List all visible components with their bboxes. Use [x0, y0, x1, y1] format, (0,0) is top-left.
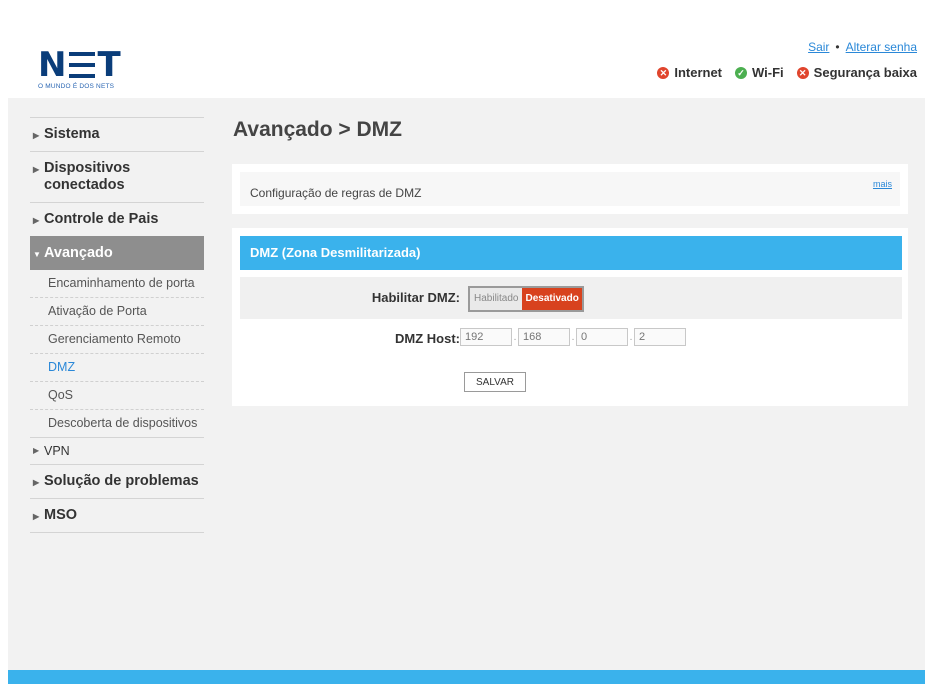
sidebar-item-mso[interactable]: ▶ MSO: [30, 498, 204, 532]
sidebar-subitem-ativacao[interactable]: Ativação de Porta: [30, 298, 204, 326]
dmz-enable-toggle[interactable]: Habilitado Desativado: [468, 286, 584, 312]
chevron-right-icon: ▶: [33, 165, 40, 174]
chevron-down-icon: ▼: [33, 250, 41, 259]
page-title: Avançado > DMZ: [233, 118, 403, 141]
check-icon: ✓: [735, 66, 748, 79]
sidebar-item-sistema[interactable]: ▶ Sistema: [30, 117, 204, 151]
save-button[interactable]: SALVAR: [464, 372, 526, 392]
chevron-right-icon: ▶: [33, 478, 40, 487]
sidebar-item-avancado[interactable]: ▼ Avançado: [30, 236, 204, 270]
status-wifi[interactable]: Wi-Fi: [752, 65, 784, 80]
dmz-host-label: DMZ Host:: [395, 331, 460, 346]
change-password-link[interactable]: Alterar senha: [846, 40, 917, 54]
chevron-right-icon: ▶: [33, 512, 40, 521]
sidebar-item-dispositivos[interactable]: ▶ Dispositivos conectados: [30, 151, 204, 202]
sidebar-subitem-gerenciamento[interactable]: Gerenciamento Remoto: [30, 326, 204, 354]
sidebar-item-vpn[interactable]: ▶ VPN: [30, 437, 204, 464]
sidebar-subitem-encaminhamento[interactable]: Encaminhamento de porta: [30, 270, 204, 298]
link-separator: •: [835, 40, 840, 54]
logout-link[interactable]: Sair: [808, 40, 829, 54]
sidebar-divider: [30, 532, 204, 533]
description-text: Configuração de regras de DMZ: [250, 186, 422, 200]
net-logo[interactable]: NT O MUNDO É DOS NETS: [38, 48, 148, 94]
dmz-settings-card: DMZ (Zona Desmilitarizada) Habilitar DMZ…: [232, 228, 908, 406]
sidebar-item-label: MSO: [44, 507, 78, 523]
sidebar-nav: ▶ Sistema ▶ Dispositivos conectados ▶ Contr…: [30, 117, 204, 533]
ip-octet-2-input[interactable]: [518, 328, 570, 346]
section-header: DMZ (Zona Desmilitarizada): [240, 236, 902, 270]
sidebar-item-controle-de-pais[interactable]: ▶ Controle de Pais: [30, 202, 204, 236]
chevron-right-icon: ▶: [33, 446, 40, 455]
error-icon: ✕: [657, 66, 670, 79]
ip-octet-3-input[interactable]: [576, 328, 628, 346]
footer-bar: [8, 670, 925, 684]
ip-octet-4-input[interactable]: [634, 328, 686, 346]
enable-dmz-row: Habilitar DMZ: Habilitado Desativado: [240, 277, 902, 319]
sidebar-item-label: Sistema: [44, 126, 100, 142]
sidebar-item-label: Controle de Pais: [44, 211, 159, 227]
description-card: Configuração de regras de DMZ mais: [232, 164, 908, 214]
description-inner: Configuração de regras de DMZ mais: [240, 172, 900, 206]
status-internet[interactable]: Internet: [674, 65, 722, 80]
sidebar-item-label: VPN: [44, 444, 70, 458]
more-link[interactable]: mais: [873, 179, 892, 189]
account-links: Sair • Alterar senha: [808, 40, 917, 54]
sidebar-item-solucao[interactable]: ▶ Solução de problemas: [30, 464, 204, 498]
ip-octet-1-input[interactable]: [460, 328, 512, 346]
sidebar-subitem-descoberta[interactable]: Descoberta de dispositivos: [30, 410, 204, 437]
sidebar-item-label: Dispositivos conectados: [44, 160, 131, 193]
status-security[interactable]: Segurança baixa: [814, 65, 917, 80]
chevron-right-icon: ▶: [33, 131, 40, 140]
toggle-option-disabled[interactable]: Desativado: [522, 288, 582, 310]
sidebar-item-label: Solução de problemas: [44, 473, 199, 489]
error-icon: ✕: [796, 66, 809, 79]
connection-status-bar: ✕ Internet ✓ Wi-Fi ✕ Segurança baixa: [657, 65, 917, 80]
enable-dmz-label: Habilitar DMZ:: [371, 290, 460, 305]
logo-equals-icon: [69, 52, 96, 78]
dmz-host-ip: . . .: [460, 328, 686, 346]
sidebar-subitem-dmz[interactable]: DMZ: [30, 354, 204, 382]
logo-wordmark: NT: [38, 45, 122, 85]
sidebar-item-label: Avançado: [44, 245, 113, 261]
toggle-option-enabled[interactable]: Habilitado: [470, 288, 523, 310]
chevron-right-icon: ▶: [33, 216, 40, 225]
sidebar-subitem-qos[interactable]: QoS: [30, 382, 204, 410]
